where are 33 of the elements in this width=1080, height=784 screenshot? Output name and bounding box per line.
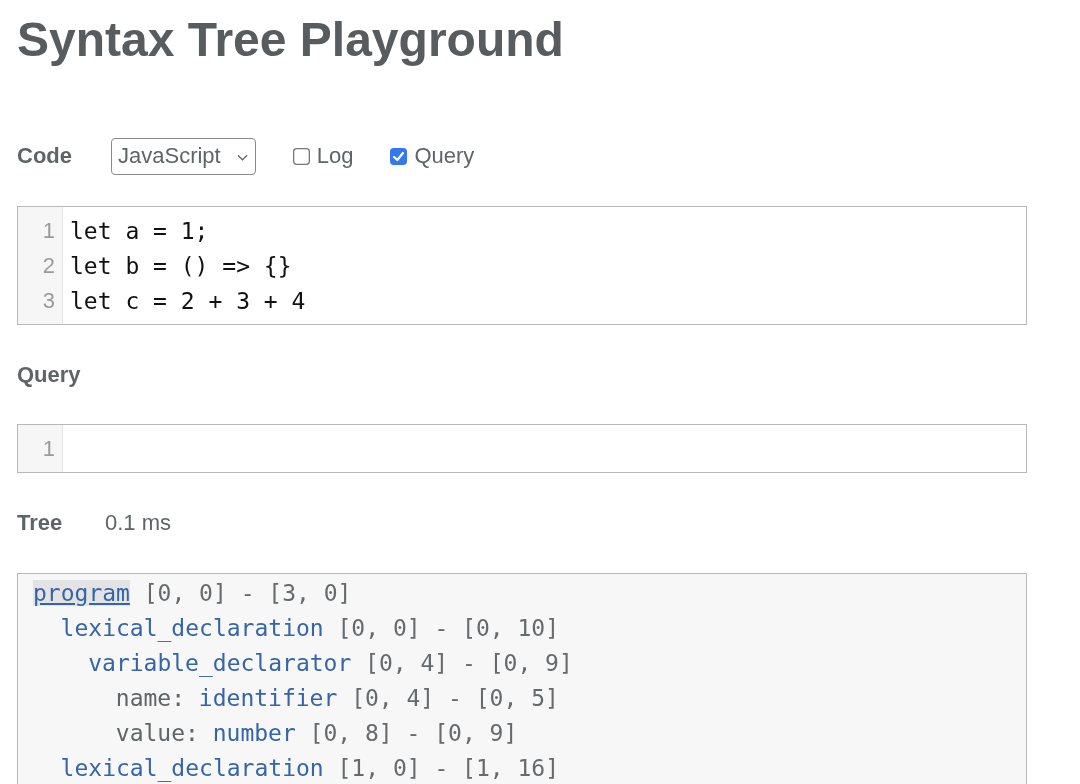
node-range: [0, 0] - [0, 10] [337, 614, 560, 641]
field-name: name: [115, 684, 186, 711]
tree-node-link[interactable]: variable_declarator [88, 649, 352, 676]
code-line: let a = 1; [70, 217, 209, 244]
checkbox-label[interactable]: Log [316, 143, 354, 169]
node-range: [0, 0] - [3, 0] [143, 579, 352, 606]
code-line: let c = 2 + 3 + 4 [70, 287, 306, 314]
section-label: Code [17, 142, 73, 170]
checkbox[interactable] [292, 147, 310, 165]
line-number: 3 [42, 287, 55, 314]
line-number: 2 [42, 252, 55, 279]
page-title: Syntax Tree Playground [17, 12, 564, 68]
tree-node-link[interactable]: lexical_declaration [60, 614, 324, 641]
node-range: [0, 4] - [0, 5] [351, 684, 559, 711]
line-number: 1 [42, 435, 55, 462]
code-line: let b = () => {} [70, 252, 292, 279]
field-name: value: [115, 719, 199, 746]
tree-node-link[interactable]: lexical_declaration [60, 754, 324, 781]
tree-node-link[interactable]: number [212, 719, 296, 746]
node-range: [0, 4] - [0, 9] [365, 649, 573, 676]
tree-node-link[interactable]: program [33, 579, 130, 606]
chevron-icon [236, 153, 248, 161]
node-range: [0, 8] - [0, 9] [309, 719, 518, 746]
language-select[interactable]: JavaScript [111, 137, 256, 175]
section-label: Query [17, 361, 81, 389]
checkbox[interactable] [390, 147, 408, 165]
timing-text: 0.1 ms [105, 510, 172, 536]
tree-node-link[interactable]: identifier [198, 684, 338, 711]
node-range: [1, 0] - [1, 16] [337, 754, 560, 781]
section-label: Tree [17, 509, 64, 537]
code-editor[interactable]: 1 2 3 let a = 1; let b = () => {} let c = 2 + 3 + 4 [17, 206, 1027, 325]
line-number: 1 [42, 217, 55, 244]
checkbox-label[interactable]: Query [414, 143, 475, 169]
